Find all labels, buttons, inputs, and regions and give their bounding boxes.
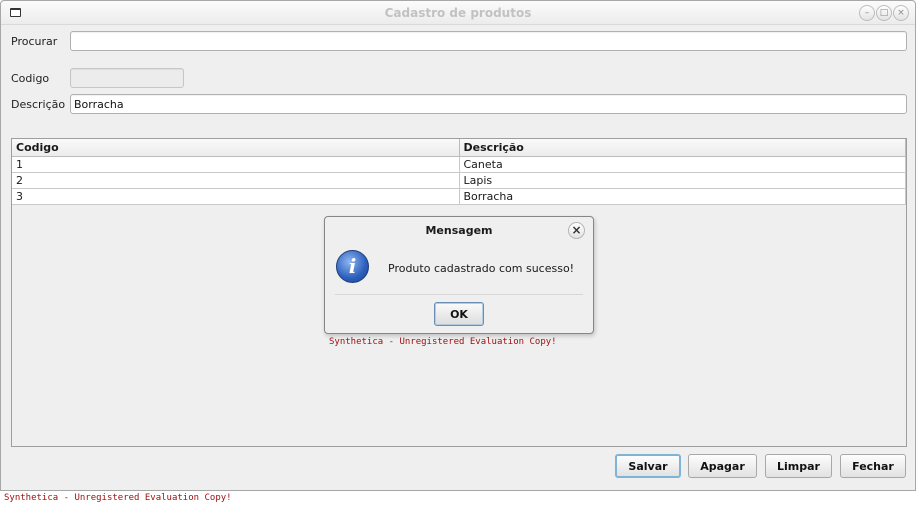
search-input[interactable] (70, 31, 907, 51)
close-icon[interactable]: × (893, 5, 909, 21)
window-title: Cadastro de produtos (384, 6, 532, 20)
table-row[interactable]: 3 Borracha (12, 188, 906, 205)
search-label: Procurar (11, 35, 58, 48)
cell-description: Lapis (459, 172, 906, 189)
dialog-message: Produto cadastrado com sucesso! (388, 262, 575, 275)
cell-code: 1 (12, 156, 460, 173)
info-icon: i (336, 250, 369, 283)
main-window: Cadastro de produtos – □ × Procurar Codi… (0, 0, 916, 491)
minimize-icon[interactable]: – (859, 5, 875, 21)
dialog-divider (335, 294, 583, 295)
close-button[interactable]: Fechar (840, 454, 906, 478)
table-row[interactable]: 2 Lapis (12, 172, 906, 189)
clear-button[interactable]: Limpar (765, 454, 832, 478)
cell-description: Caneta (459, 156, 906, 173)
cell-code: 2 (12, 172, 460, 189)
table-header: Codigo Descrição (12, 139, 906, 157)
cell-description: Borracha (459, 188, 906, 205)
ok-button[interactable]: OK (434, 302, 484, 326)
code-field[interactable] (70, 68, 184, 88)
window-watermark: Synthetica - Unregistered Evaluation Cop… (4, 493, 232, 503)
column-header-code[interactable]: Codigo (12, 139, 460, 157)
column-header-description[interactable]: Descrição (459, 139, 906, 157)
maximize-icon[interactable]: □ (876, 5, 892, 21)
dialog-watermark: Synthetica - Unregistered Evaluation Cop… (329, 337, 557, 347)
delete-button[interactable]: Apagar (688, 454, 757, 478)
dialog-close-icon[interactable]: × (568, 222, 585, 239)
dialog-title: Mensagem (425, 224, 493, 237)
window-controls: – □ × (859, 5, 909, 21)
title-bar: Cadastro de produtos – □ × (1, 1, 915, 25)
cell-code: 3 (12, 188, 460, 205)
description-label: Descrição (11, 98, 66, 111)
table-row[interactable]: 1 Caneta (12, 156, 906, 173)
description-field[interactable] (70, 94, 907, 114)
save-button[interactable]: Salvar (615, 454, 681, 478)
code-label: Codigo (11, 72, 50, 85)
message-dialog: Mensagem × i Produto cadastrado com suce… (324, 216, 594, 334)
